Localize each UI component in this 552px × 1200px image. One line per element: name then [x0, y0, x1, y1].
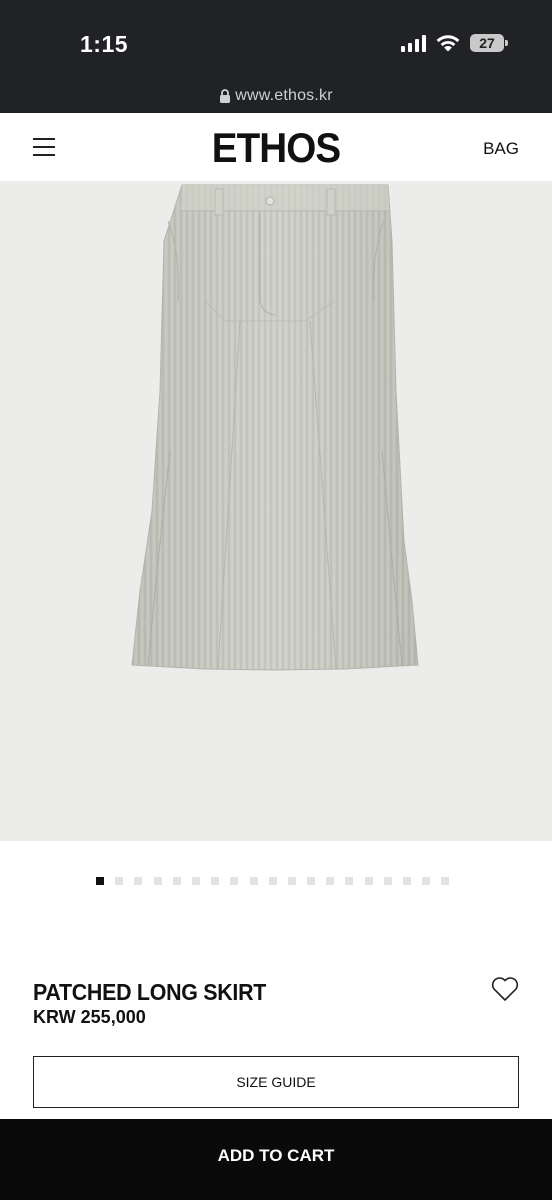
carousel-dot[interactable]	[115, 877, 124, 885]
carousel-dot[interactable]	[172, 877, 181, 885]
carousel-dot[interactable]	[383, 877, 392, 885]
carousel-dot[interactable]	[268, 877, 277, 885]
lock-icon	[220, 89, 231, 103]
bag-link[interactable]: BAG	[483, 139, 519, 159]
carousel-dot[interactable]	[403, 877, 411, 885]
carousel-dot[interactable]	[307, 877, 316, 885]
product-name: PATCHED LONG SKIRT	[33, 979, 267, 1005]
carousel-dot[interactable]	[422, 877, 431, 885]
url-bar[interactable]: www.ethos.kr	[0, 87, 552, 105]
carousel-dot[interactable]	[211, 877, 220, 885]
battery-level: 27	[479, 35, 495, 51]
heart-icon[interactable]	[490, 975, 520, 1003]
carousel-dot[interactable]	[249, 877, 258, 885]
add-to-cart-button[interactable]: ADD TO CART	[0, 1119, 552, 1200]
brand-logo[interactable]: ETHOS	[22, 124, 530, 172]
size-guide-button[interactable]: SIZE GUIDE	[33, 1056, 519, 1108]
carousel-dot[interactable]	[230, 877, 239, 885]
carousel-dot[interactable]	[326, 877, 335, 885]
carousel-dot[interactable]	[441, 877, 450, 885]
status-bar: 1:15 27 www.ethos.kr	[0, 0, 552, 113]
carousel-dot[interactable]	[153, 877, 162, 885]
carousel-dot[interactable]	[287, 877, 296, 885]
wifi-icon	[436, 35, 460, 52]
cellular-signal-icon	[401, 34, 426, 52]
url-text: www.ethos.kr	[235, 87, 333, 104]
product-price: KRW 255,000	[33, 1007, 146, 1027]
carousel-dot[interactable]	[134, 877, 143, 885]
carousel-dot[interactable]	[345, 877, 354, 885]
carousel-dots	[96, 877, 450, 885]
status-indicators: 27	[401, 33, 508, 53]
site-header: ETHOS BAG	[0, 113, 552, 181]
carousel-dot[interactable]	[364, 877, 373, 885]
battery-icon: 27	[470, 34, 508, 52]
product-image[interactable]	[0, 181, 552, 841]
carousel-dot[interactable]	[96, 877, 104, 885]
skirt-illustration	[131, 184, 419, 671]
carousel-dot[interactable]	[191, 877, 200, 885]
status-time: 1:15	[80, 31, 129, 57]
